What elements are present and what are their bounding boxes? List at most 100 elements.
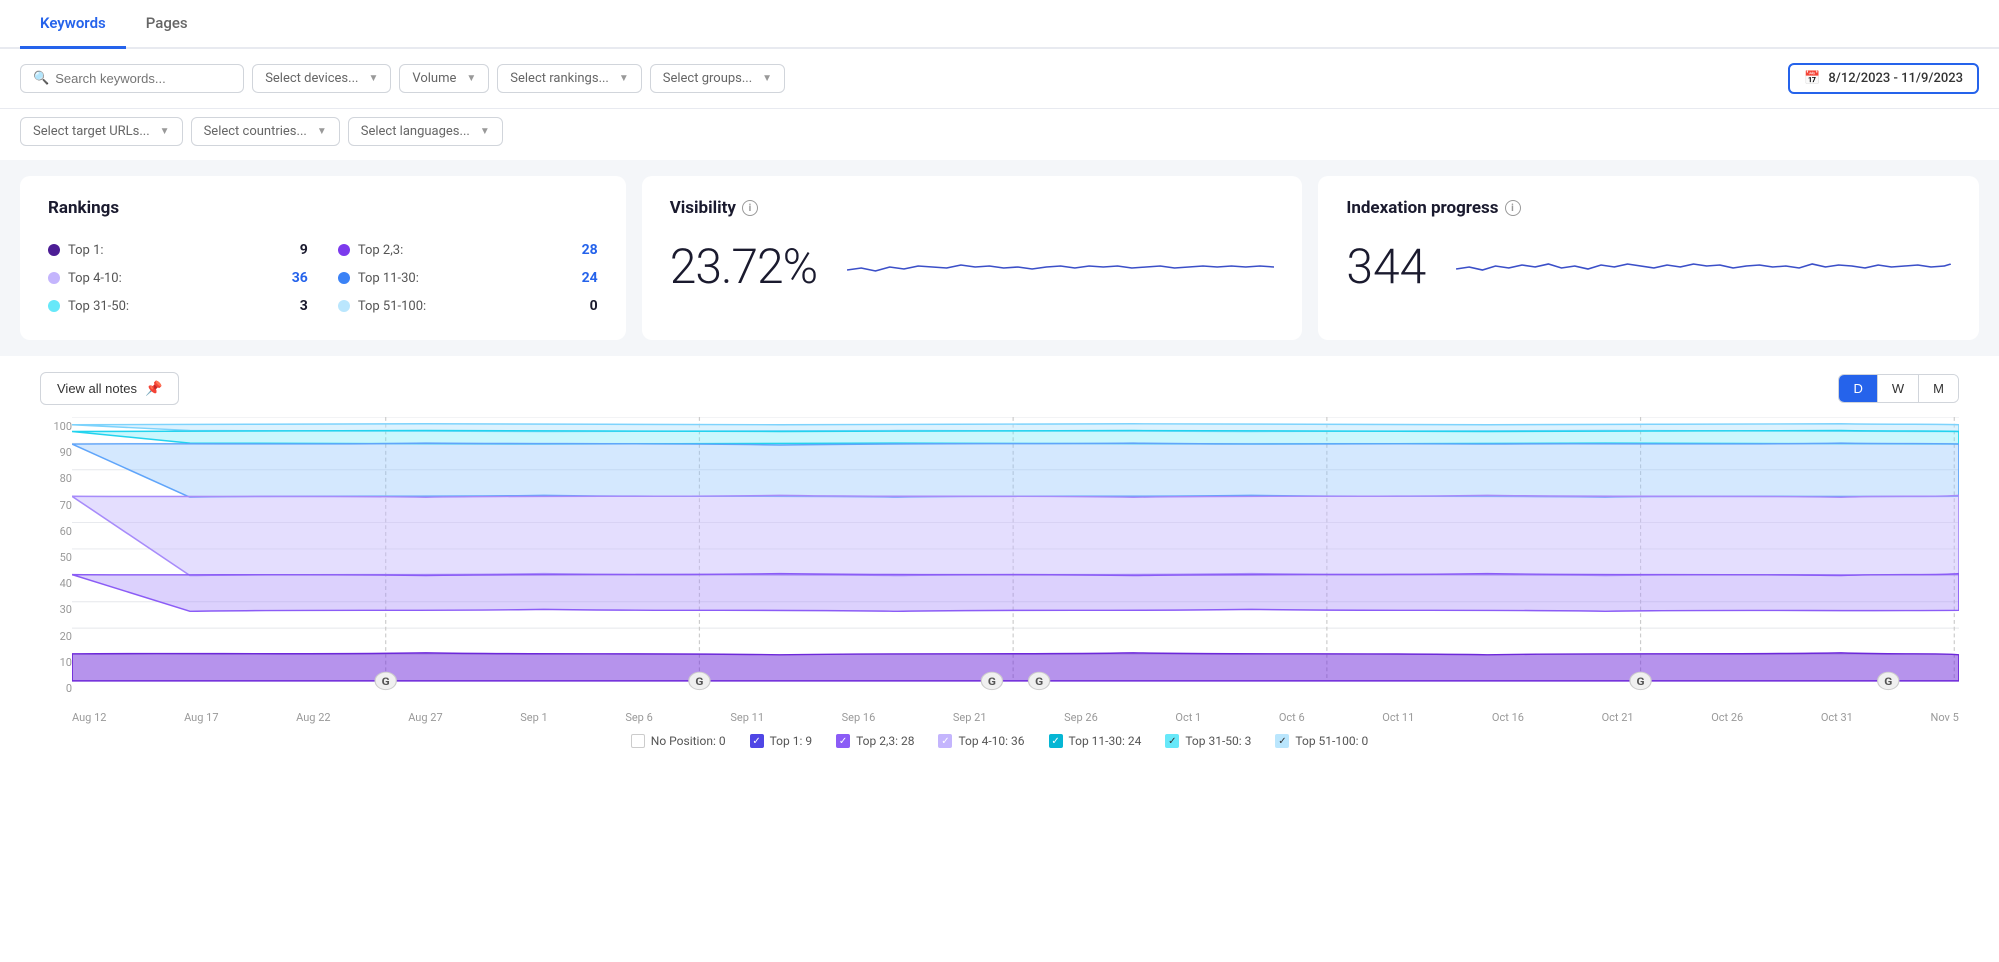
y-label-20: 20 <box>40 631 72 642</box>
x-label-oct11: Oct 11 <box>1382 711 1414 724</box>
search-filter[interactable]: 🔍 <box>20 64 244 93</box>
pin-icon: 📌 <box>145 380 162 397</box>
indexation-title: Indexation progress i <box>1346 198 1951 218</box>
date-range-filter[interactable]: 📅 8/12/2023 - 11/9/2023 <box>1788 63 1979 94</box>
svg-text:G: G <box>1884 676 1892 688</box>
y-label-30: 30 <box>40 604 72 615</box>
search-input[interactable] <box>55 71 231 86</box>
rank-top1: Top 1: 9 <box>48 238 308 262</box>
groups-label: Select groups... <box>663 71 752 86</box>
target-urls-filter[interactable]: Select target URLs... ▼ <box>20 117 183 146</box>
devices-filter[interactable]: Select devices... ▼ <box>252 64 391 93</box>
countries-filter[interactable]: Select countries... ▼ <box>191 117 340 146</box>
rank-value-top1: 9 <box>300 242 308 258</box>
indexation-card: Indexation progress i 344 <box>1318 176 1979 340</box>
target-urls-label: Select target URLs... <box>33 124 150 139</box>
main-chart-svg: G G G G G G <box>72 417 1959 707</box>
legend-check-top3150: ✓ <box>1165 734 1179 748</box>
period-week-button[interactable]: W <box>1878 375 1919 402</box>
y-label-60: 60 <box>40 526 72 537</box>
indexation-info-icon[interactable]: i <box>1505 200 1521 216</box>
chart-section: View all notes 📌 D W M 100 90 80 70 60 5… <box>20 356 1979 764</box>
volume-label: Volume <box>412 71 456 86</box>
svg-text:G: G <box>1637 676 1645 688</box>
rankings-title: Rankings <box>48 198 598 218</box>
rank-dot-top1130 <box>338 272 350 284</box>
rank-value-top51100: 0 <box>590 298 598 314</box>
x-label-aug17: Aug 17 <box>184 711 218 724</box>
rank-label-top3150: Top 31-50: <box>68 299 292 314</box>
legend-label-top3150: Top 31-50: 3 <box>1185 734 1251 748</box>
visibility-title: Visibility i <box>670 198 1275 218</box>
x-label-aug27: Aug 27 <box>408 711 442 724</box>
period-month-button[interactable]: M <box>1919 375 1958 402</box>
legend-label-top1130: Top 11-30: 24 <box>1069 734 1142 748</box>
rankings-card: Rankings Top 1: 9 Top 2,3: 28 Top 4-10 <box>20 176 626 340</box>
x-label-nov5: Nov 5 <box>1930 711 1958 724</box>
tab-keywords[interactable]: Keywords <box>20 0 126 49</box>
rank-dot-top1 <box>48 244 60 256</box>
languages-filter[interactable]: Select languages... ▼ <box>348 117 503 146</box>
legend-check-top410: ✓ <box>938 734 952 748</box>
y-label-40: 40 <box>40 578 72 589</box>
rank-label-top51100: Top 51-100: <box>358 299 582 314</box>
legend-label-top51100: Top 51-100: 0 <box>1295 734 1368 748</box>
x-label-sep16: Sep 16 <box>842 711 876 724</box>
date-range-value: 8/12/2023 - 11/9/2023 <box>1828 71 1963 86</box>
chevron-down-icon: ▼ <box>619 73 629 84</box>
legend-top51100: ✓ Top 51-100: 0 <box>1275 734 1368 748</box>
y-label-80: 80 <box>40 473 72 484</box>
y-label-70: 70 <box>40 500 72 511</box>
legend-check-top51100: ✓ <box>1275 734 1289 748</box>
indexation-value: 344 <box>1346 238 1426 295</box>
y-label-50: 50 <box>40 552 72 563</box>
visibility-title-text: Visibility <box>670 198 736 218</box>
legend-label-top1: Top 1: 9 <box>770 734 813 748</box>
filters-row-2: Select target URLs... ▼ Select countries… <box>0 109 1999 160</box>
rank-dot-top23 <box>338 244 350 256</box>
x-label-sep21: Sep 21 <box>953 711 987 724</box>
legend-top410: ✓ Top 4-10: 36 <box>938 734 1024 748</box>
chevron-down-icon: ▼ <box>762 73 772 84</box>
svg-text:G: G <box>695 676 703 688</box>
x-label-sep26: Sep 26 <box>1064 711 1098 724</box>
x-label-sep11: Sep 11 <box>730 711 764 724</box>
rank-value-top23: 28 <box>582 242 598 258</box>
legend-check-top1: ✓ <box>750 734 764 748</box>
period-buttons: D W M <box>1838 374 1959 403</box>
rank-value-top3150: 3 <box>300 298 308 314</box>
countries-label: Select countries... <box>204 124 307 139</box>
filters-row-1: 🔍 Select devices... ▼ Volume ▼ Select ra… <box>0 49 1999 109</box>
legend-check-top23: ✓ <box>836 734 850 748</box>
visibility-content: 23.72% <box>670 238 1275 295</box>
visibility-info-icon[interactable]: i <box>742 200 758 216</box>
svg-text:G: G <box>988 676 996 688</box>
languages-label: Select languages... <box>361 124 470 139</box>
rankings-filter[interactable]: Select rankings... ▼ <box>497 64 641 93</box>
volume-filter[interactable]: Volume ▼ <box>399 64 489 93</box>
x-label-sep1: Sep 1 <box>520 711 547 724</box>
groups-filter[interactable]: Select groups... ▼ <box>650 64 785 93</box>
legend-top23: ✓ Top 2,3: 28 <box>836 734 914 748</box>
tab-pages[interactable]: Pages <box>126 0 208 49</box>
y-label-10: 10 <box>40 657 72 668</box>
stats-row: Rankings Top 1: 9 Top 2,3: 28 Top 4-10 <box>0 160 1999 356</box>
rank-value-top1130: 24 <box>582 270 598 286</box>
legend-top1130: ✓ Top 11-30: 24 <box>1049 734 1142 748</box>
chevron-down-icon: ▼ <box>480 126 490 137</box>
y-label-100: 100 <box>40 421 72 432</box>
rank-top3150: Top 31-50: 3 <box>48 294 308 318</box>
svg-text:G: G <box>382 676 390 688</box>
rank-top51100: Top 51-100: 0 <box>338 294 598 318</box>
legend-check-top1130: ✓ <box>1049 734 1063 748</box>
svg-text:G: G <box>1035 676 1043 688</box>
x-label-sep6: Sep 6 <box>625 711 652 724</box>
period-day-button[interactable]: D <box>1839 375 1877 402</box>
main-chart-area: G G G G G G Aug 12 <box>72 417 1959 724</box>
x-label-oct6: Oct 6 <box>1279 711 1305 724</box>
legend-label-top410: Top 4-10: 36 <box>958 734 1024 748</box>
rank-label-top23: Top 2,3: <box>358 243 574 258</box>
rank-dot-top51100 <box>338 300 350 312</box>
indexation-title-text: Indexation progress <box>1346 198 1498 218</box>
view-notes-button[interactable]: View all notes 📌 <box>40 372 179 405</box>
